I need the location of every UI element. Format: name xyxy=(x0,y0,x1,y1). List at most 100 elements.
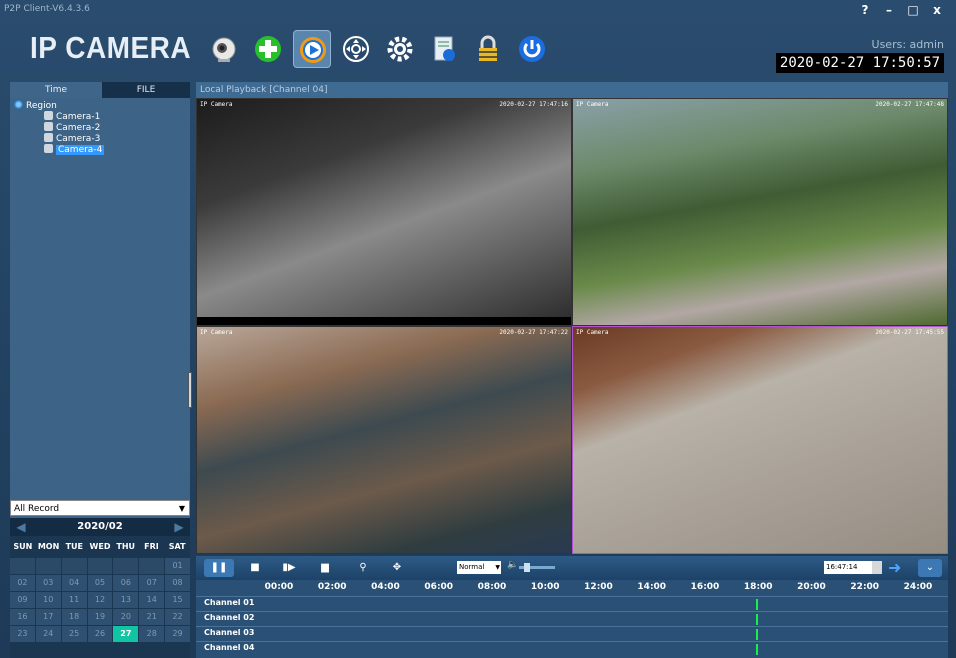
tree-root-region[interactable]: Region xyxy=(14,100,57,111)
weekday-label: FRI xyxy=(144,542,159,551)
panel-splitter[interactable] xyxy=(188,372,192,408)
timeline-channel-row[interactable]: Channel 01 xyxy=(196,596,948,611)
calendar-day[interactable]: 21 xyxy=(139,609,165,625)
toolbar-playback-button[interactable] xyxy=(293,30,331,68)
calendar-day[interactable]: 28 xyxy=(139,626,165,642)
playhead-marker[interactable] xyxy=(755,644,758,655)
calendar-day[interactable]: 17 xyxy=(35,609,61,625)
timeline-channel-row[interactable]: Channel 04 xyxy=(196,641,948,656)
feed-4-label: IP Camera xyxy=(576,329,609,336)
channel-label: Channel 02 xyxy=(204,613,255,622)
toolbar-lock-button[interactable] xyxy=(469,30,507,68)
timeline[interactable]: 00:00 02:00 04:00 06:00 08:00 10:00 12:00 14:00… xyxy=(196,580,948,658)
timeline-hour-label: 24:00 xyxy=(903,582,933,592)
help-button[interactable]: ? xyxy=(856,2,874,18)
fullscreen-button[interactable]: ✥ xyxy=(382,559,412,577)
collapse-timeline-button[interactable]: ⌄ xyxy=(918,559,942,577)
calendar-day[interactable]: 22 xyxy=(165,609,190,625)
go-arrow-icon[interactable]: ➜ xyxy=(888,559,901,577)
calendar-day[interactable]: 07 xyxy=(139,575,165,591)
calendar-prev-icon[interactable]: ◀ xyxy=(12,518,30,536)
speed-select[interactable]: Normal ▼ xyxy=(457,561,501,574)
toolbar-power-button[interactable] xyxy=(513,30,551,68)
playhead-marker[interactable] xyxy=(755,599,758,610)
feed-3-label: IP Camera xyxy=(200,329,233,336)
tree-camera-4[interactable]: Camera-4 xyxy=(44,144,105,155)
calendar-day[interactable]: 24 xyxy=(35,626,61,642)
calendar-day[interactable]: 16 xyxy=(10,609,35,625)
stop-button[interactable]: ■ xyxy=(240,559,270,577)
calendar-day[interactable]: 12 xyxy=(87,592,113,608)
calendar-day[interactable]: 15 xyxy=(165,592,190,608)
weekday-label: SAT xyxy=(168,542,186,551)
crosshair-icon: ✥ xyxy=(392,562,402,573)
calendar-day[interactable]: 27 xyxy=(113,626,139,642)
video-feed-3[interactable]: IP Camera 2020-02-27 17:47:22 xyxy=(196,326,572,554)
timeline-hour-label: 12:00 xyxy=(584,582,613,592)
calendar-day[interactable]: 02 xyxy=(10,575,35,591)
tab-file[interactable]: FILE xyxy=(102,82,190,98)
magnifier-icon: ⚲ xyxy=(359,562,367,573)
toolbar-ptz-button[interactable] xyxy=(337,30,375,68)
toolbar-add-device-button[interactable] xyxy=(249,30,287,68)
video-feed-4[interactable]: IP Camera 2020-02-27 17:45:55 xyxy=(572,326,948,554)
minimize-button[interactable]: – xyxy=(880,2,898,18)
calendar-day[interactable]: 09 xyxy=(10,592,35,608)
camera-3-label: Camera-3 xyxy=(56,134,101,144)
feed-2-label: IP Camera xyxy=(576,101,609,108)
playhead-marker[interactable] xyxy=(755,629,758,640)
camera-node-icon xyxy=(44,144,53,153)
calendar-day[interactable]: 08 xyxy=(165,575,190,591)
tree-camera-2[interactable]: Camera-2 xyxy=(44,122,100,133)
weekday-label: MON xyxy=(37,542,60,551)
calendar-day[interactable]: 13 xyxy=(113,592,139,608)
volume-slider-knob[interactable] xyxy=(524,563,531,572)
playhead-marker[interactable] xyxy=(755,614,758,625)
jump-time-input[interactable]: 16:47:14 xyxy=(824,561,872,574)
pause-button[interactable]: ❚❚ xyxy=(204,559,234,577)
camera-2-label: Camera-2 xyxy=(56,123,101,133)
time-spinner[interactable] xyxy=(872,561,882,574)
timeline-hour-label: 06:00 xyxy=(424,582,454,592)
record-filter-select[interactable]: All Record ▼ xyxy=(10,500,190,516)
capture-button[interactable]: ▆ xyxy=(310,559,340,577)
calendar-day[interactable]: 03 xyxy=(35,575,61,591)
video-feed-2[interactable]: IP Camera 2020-02-27 17:47:48 xyxy=(572,98,948,326)
volume-control[interactable]: 🔈 xyxy=(507,560,555,574)
timeline-channel-row[interactable]: Channel 03 xyxy=(196,626,948,641)
tab-time[interactable]: Time xyxy=(10,82,102,98)
toolbar-log-button[interactable] xyxy=(425,30,463,68)
zoom-button[interactable]: ⚲ xyxy=(348,559,378,577)
calendar-day[interactable]: 23 xyxy=(10,626,35,642)
calendar-day[interactable]: 19 xyxy=(87,609,113,625)
calendar-day[interactable]: 14 xyxy=(139,592,165,608)
calendar-day[interactable]: 05 xyxy=(87,575,113,591)
calendar-day[interactable]: 18 xyxy=(61,609,87,625)
calendar-next-icon[interactable]: ▶ xyxy=(170,518,188,536)
tree-camera-3[interactable]: Camera-3 xyxy=(44,133,100,144)
calendar-day[interactable]: 25 xyxy=(61,626,87,642)
feed-1-label: IP Camera xyxy=(200,101,233,108)
calendar-day[interactable]: 20 xyxy=(113,609,139,625)
calendar-day[interactable]: 01 xyxy=(165,558,190,574)
timeline-hours: 00:00 02:00 04:00 06:00 08:00 10:00 12:00 14:00… xyxy=(196,582,948,596)
video-feed-1[interactable]: IP Camera 2020-02-27 17:47:16 xyxy=(196,98,572,326)
calendar-day[interactable]: 26 xyxy=(87,626,113,642)
calendar-day[interactable]: 10 xyxy=(35,592,61,608)
calendar-header: ◀ 2020/02 ▶ xyxy=(10,518,190,536)
toolbar-camera-button[interactable] xyxy=(205,30,243,68)
calendar-day[interactable]: 11 xyxy=(61,592,87,608)
toolbar-settings-button[interactable] xyxy=(381,30,419,68)
tree-camera-1[interactable]: Camera-1 xyxy=(44,111,100,122)
calendar-empty-cell xyxy=(87,558,113,574)
calendar-day[interactable]: 29 xyxy=(165,626,190,642)
calendar-day[interactable]: 04 xyxy=(61,575,87,591)
maximize-button[interactable]: □ xyxy=(904,2,922,18)
calendar-day[interactable]: 06 xyxy=(113,575,139,591)
calendar-weekdays: SUN MON TUE WED THU FRI SAT xyxy=(10,538,190,556)
timeline-hour-label: 20:00 xyxy=(797,582,826,592)
step-forward-button[interactable]: ▮▶ xyxy=(274,559,304,577)
camera-1-label: Camera-1 xyxy=(56,112,101,122)
timeline-channel-row[interactable]: Channel 02 xyxy=(196,611,948,626)
close-button[interactable]: x xyxy=(928,2,946,18)
